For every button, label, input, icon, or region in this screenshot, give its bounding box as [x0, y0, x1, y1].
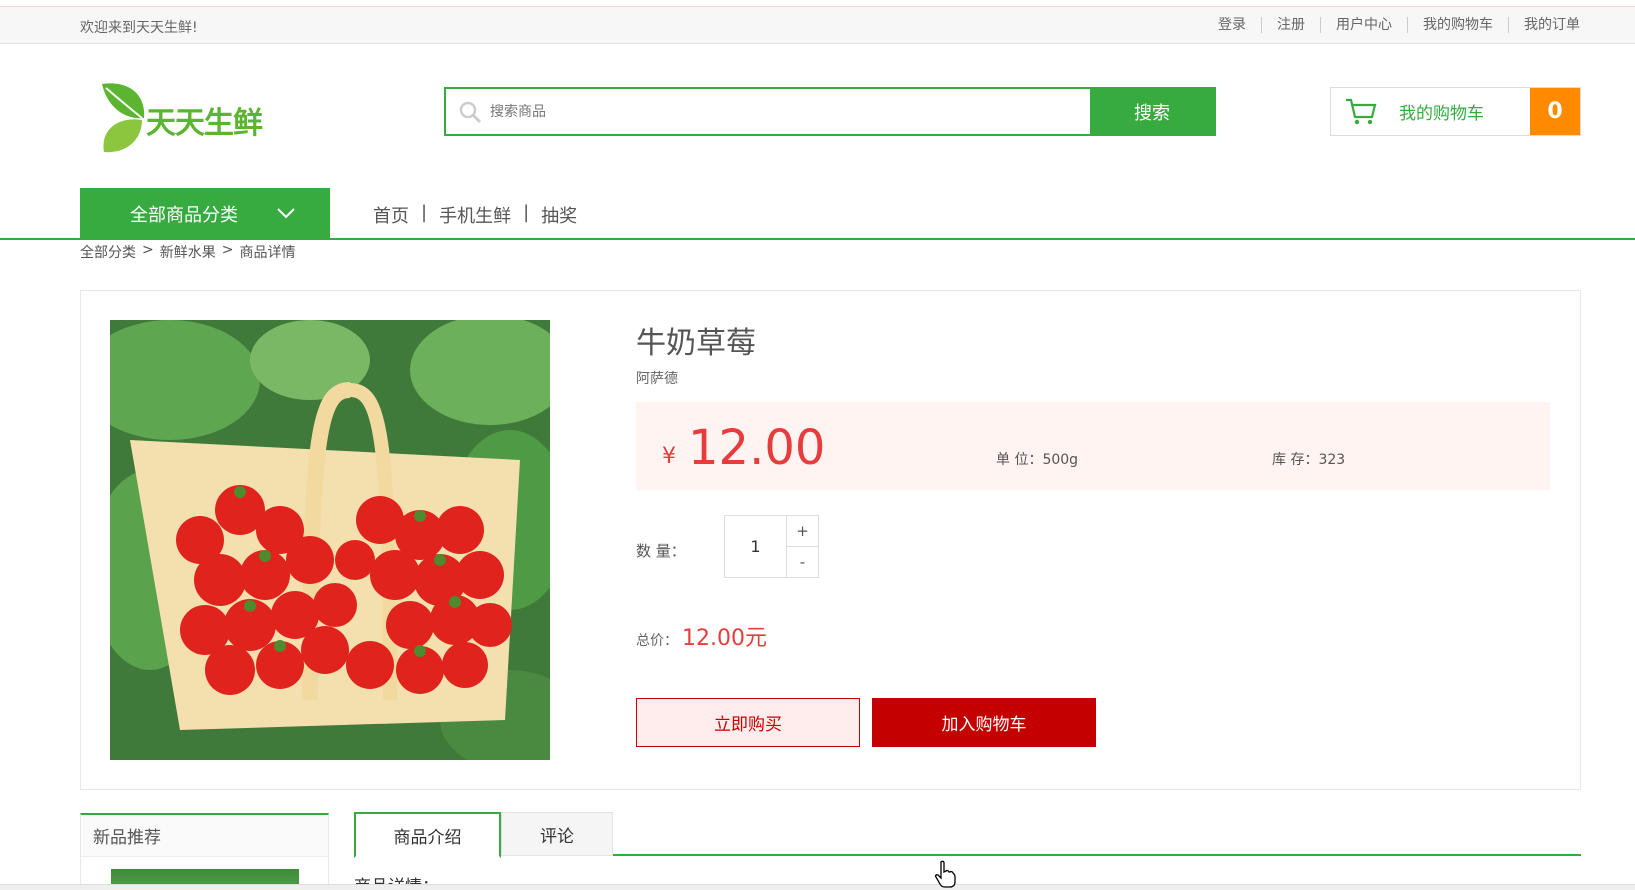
quantity-minus-button[interactable]: -	[787, 547, 818, 577]
breadcrumb-separator: >	[221, 242, 234, 258]
breadcrumb-current: 商品详情	[239, 245, 296, 261]
logo-text: 天天生鲜	[146, 106, 263, 141]
welcome-text: 欢迎来到天天生鲜!	[80, 20, 198, 36]
all-categories-label: 全部商品分类	[130, 204, 238, 226]
currency-symbol: ¥	[662, 444, 676, 469]
detail-tabs: 商品介绍 评论	[354, 812, 1581, 858]
quantity-stepper: 1 + -	[724, 515, 819, 578]
register-link[interactable]: 注册	[1261, 17, 1320, 33]
total-price: 总价： 12.00元	[636, 620, 767, 652]
search-input[interactable]	[446, 89, 1090, 134]
product-stock: 库 存：323	[1272, 452, 1346, 468]
product-brand: 阿萨德	[636, 371, 678, 387]
hand-cursor-icon	[934, 860, 956, 890]
nav-separator: |	[523, 202, 530, 223]
breadcrumb-separator: >	[142, 242, 154, 258]
search-button[interactable]: 搜索	[1090, 89, 1214, 134]
top-bar: 欢迎来到天天生鲜! 登录 注册 用户中心 我的购物车 我的订单	[0, 6, 1635, 44]
user-center-link[interactable]: 用户中心	[1320, 17, 1407, 33]
my-cart-link[interactable]: 我的购物车	[1407, 17, 1508, 33]
nav-divider	[0, 238, 1635, 240]
nav-separator: |	[421, 202, 428, 223]
product-unit: 单 位：500g	[996, 452, 1079, 468]
breadcrumb-all[interactable]: 全部分类	[80, 242, 136, 262]
product-image	[110, 320, 550, 760]
site-logo[interactable]: 天天生鲜	[98, 80, 288, 155]
total-label: 总价：	[636, 633, 678, 649]
tab-comments[interactable]: 评论	[501, 812, 613, 856]
nav-home[interactable]: 首页	[373, 202, 409, 228]
breadcrumb-fruit[interactable]: 新鲜水果	[160, 242, 216, 262]
quantity-input[interactable]: 1	[725, 516, 787, 577]
cart-icon	[1331, 88, 1391, 135]
price-box: ¥ 12.00 单 位：500g 库 存：323	[636, 402, 1550, 490]
top-links: 登录 注册 用户中心 我的购物车 我的订单	[1203, 17, 1580, 33]
header-cart[interactable]: 我的购物车 0	[1330, 87, 1581, 136]
search-icon	[458, 100, 482, 128]
new-recommendations-title: 新品推荐	[81, 815, 328, 857]
all-categories-button[interactable]: 全部商品分类	[80, 188, 330, 239]
total-amount: 12.00元	[682, 626, 767, 651]
window-bottom-edge	[0, 884, 1635, 890]
product-price: 12.00	[688, 420, 826, 476]
cart-count-badge: 0	[1530, 88, 1580, 135]
nav-lottery[interactable]: 抽奖	[541, 202, 577, 228]
nav-mobile-fresh[interactable]: 手机生鲜	[439, 202, 511, 228]
quantity-label: 数 量：	[636, 542, 686, 560]
breadcrumb: 全部分类 > 新鲜水果 > 商品详情	[80, 242, 295, 262]
chevron-down-icon	[276, 204, 296, 225]
search-bar: 搜索	[444, 87, 1216, 136]
buy-now-button[interactable]: 立即购买	[636, 698, 860, 747]
cart-label: 我的购物车	[1399, 104, 1484, 124]
login-link[interactable]: 登录	[1203, 17, 1261, 33]
main-nav: 首页 | 手机生鲜 | 抽奖	[373, 202, 577, 228]
tab-product-intro[interactable]: 商品介绍	[354, 812, 501, 858]
quantity-plus-button[interactable]: +	[787, 516, 818, 547]
add-to-cart-button[interactable]: 加入购物车	[872, 698, 1096, 747]
product-name: 牛奶草莓	[636, 326, 756, 361]
my-orders-link[interactable]: 我的订单	[1508, 17, 1580, 33]
new-recommendations: 新品推荐	[80, 813, 329, 890]
